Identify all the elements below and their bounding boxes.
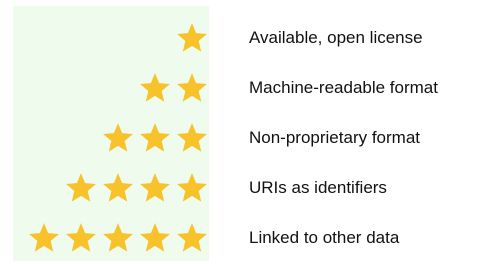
star-rating-1: [175, 18, 209, 58]
level-label-2: Machine-readable format: [249, 78, 438, 97]
star-icon: [29, 223, 59, 252]
star-icon: [140, 73, 170, 102]
star-icon: [177, 173, 207, 202]
star-icon: [66, 173, 96, 202]
star-icon: [140, 123, 170, 152]
level-label-1: Available, open license: [249, 28, 423, 47]
level-row-2: Machine-readable format: [0, 68, 479, 108]
star-icon: [103, 173, 133, 202]
star-icon: [177, 123, 207, 152]
star-icon: [177, 73, 207, 102]
level-label-4: URIs as identifiers: [249, 178, 387, 197]
level-label-5: Linked to other data: [249, 228, 400, 247]
level-label-3: Non-proprietary format: [249, 128, 421, 147]
level-row-5: Linked to other data: [0, 218, 479, 258]
star-icon: [103, 123, 133, 152]
level-row-4: URIs as identifiers: [0, 168, 479, 208]
star-icon: [66, 223, 96, 252]
level-row-3: Non-proprietary format: [0, 118, 479, 158]
star-rating-3: [101, 118, 209, 158]
star-icon: [177, 223, 207, 252]
star-icon: [140, 173, 170, 202]
star-icon: [140, 223, 170, 252]
star-icon: [103, 223, 133, 252]
star-rating-2: [138, 68, 209, 108]
star-icon: [177, 23, 207, 52]
star-rating-4: [64, 168, 209, 208]
star-rating-5: [27, 218, 209, 258]
level-row-1: Available, open license: [0, 18, 479, 58]
